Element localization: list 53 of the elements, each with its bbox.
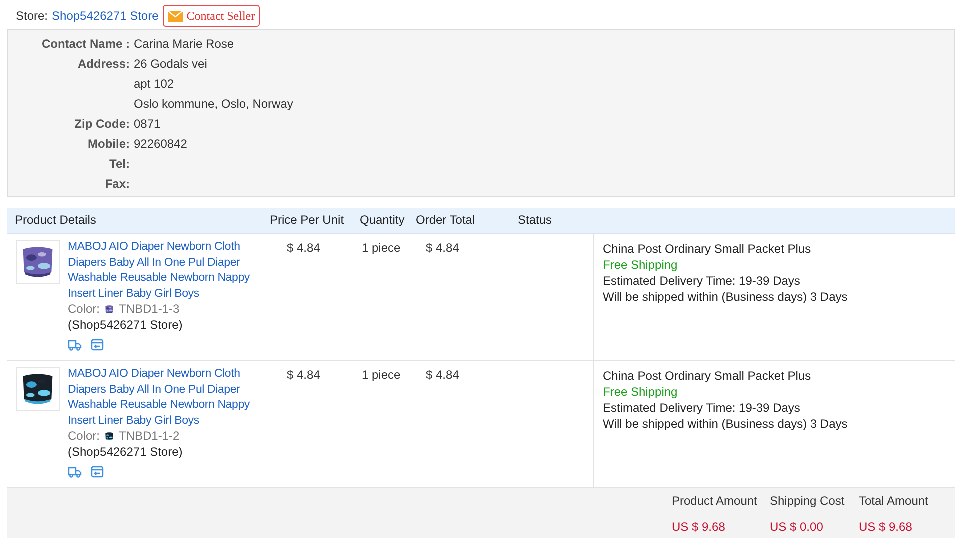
- unit-price: $ 4.84: [286, 240, 322, 257]
- color-value: TNBD1-1-3: [119, 302, 180, 318]
- shipping-method: China Post Ordinary Small Packet Plus: [603, 368, 812, 384]
- shipping-method: China Post Ordinary Small Packet Plus: [603, 241, 812, 257]
- field-label: Tel:: [108, 156, 130, 173]
- truck-icon[interactable]: [68, 466, 82, 478]
- product-title-link[interactable]: MABOJ AIO Diaper Newborn Cloth Diapers Baby All In One Pul Diaper Washable Reusable Newborn Nappy Insert Liner Baby Girl Boys: [68, 240, 260, 302]
- store-link[interactable]: Shop5426271 Store: [52, 9, 159, 23]
- contact-seller-button[interactable]: Contact Seller: [162, 5, 260, 27]
- product-title-link[interactable]: MABOJ AIO Diaper Newborn Cloth Diapers Baby All In One Pul Diaper Washable Reusable Newborn Nappy Insert Liner Baby Girl Boys: [68, 367, 260, 429]
- field-label: Address:: [76, 56, 130, 73]
- ship-within: Will be shipped within (Business days) 3 Days: [603, 289, 849, 305]
- ship-within: Will be shipped within (Business days) 3 Days: [603, 416, 849, 432]
- field-value: apt 102: [134, 76, 176, 93]
- column-header: Status: [517, 212, 554, 229]
- field-value: Oslo kommune, Oslo, Norway: [134, 96, 294, 113]
- field-label: Contact Name :: [40, 36, 130, 53]
- total-label: Shipping Cost: [770, 494, 846, 508]
- field-label: Fax:: [104, 176, 130, 193]
- quantity: 1 piece: [361, 240, 402, 257]
- total-value: US $ 9.68: [859, 520, 914, 534]
- color-label: Color:: [68, 429, 100, 444]
- total-value: US $ 9.68: [672, 520, 726, 534]
- store-name: (Shop5426271 Store): [68, 318, 184, 333]
- shipping-cost: Free Shipping: [603, 257, 679, 273]
- return-icon[interactable]: [91, 466, 104, 478]
- field-value: 26 Godals vei: [134, 56, 208, 73]
- column-header: Price Per Unit: [269, 212, 346, 229]
- shipping-cost: Free Shipping: [603, 384, 679, 400]
- total-value: US $ 0.00: [770, 520, 824, 534]
- field-label: Mobile:: [87, 136, 130, 153]
- delivery-time: Estimated Delivery Time: 19-39 Days: [603, 273, 802, 289]
- unit-price: $ 4.84: [286, 367, 322, 384]
- total-label: Product Amount: [672, 494, 758, 508]
- envelope-icon: [168, 10, 183, 22]
- total-label: Total Amount: [859, 494, 930, 508]
- return-icon[interactable]: [91, 339, 104, 351]
- color-value: TNBD1-1-2: [119, 429, 180, 444]
- color-label: Color:: [68, 302, 100, 318]
- field-value: 92260842: [134, 136, 188, 153]
- store-name: (Shop5426271 Store): [68, 444, 184, 460]
- store-label: Store:: [16, 9, 48, 23]
- truck-icon[interactable]: [68, 339, 82, 351]
- order-total: $ 4.84: [425, 240, 460, 257]
- order-total: $ 4.84: [425, 367, 460, 384]
- column-header: Quantity: [359, 212, 406, 229]
- delivery-time: Estimated Delivery Time: 19-39 Days: [603, 400, 802, 416]
- quantity: 1 piece: [361, 367, 402, 384]
- field-value: Carina Marie Rose: [134, 36, 236, 53]
- column-header: Product Details: [14, 212, 98, 229]
- field-value: 0871: [134, 116, 162, 133]
- column-header: Order Total: [415, 212, 476, 229]
- field-label: Zip Code:: [74, 116, 130, 133]
